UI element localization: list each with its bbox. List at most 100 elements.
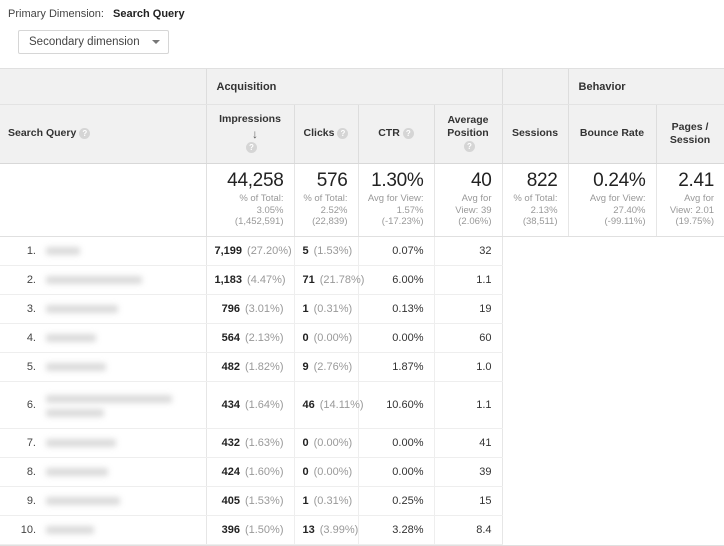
row-sessions-cell [502, 486, 569, 516]
row-search-query-cell[interactable]: 1. [0, 236, 207, 266]
group-header-row: Acquisition Behavior [0, 69, 724, 105]
totals-row: 44,258 % of Total: 3.05% (1,452,591) 576… [0, 163, 724, 237]
row-search-query-value[interactable] [46, 274, 142, 286]
table-row[interactable]: 7. 432 (1.63%) 0 (0.00%) 0.00% 41 [0, 428, 724, 458]
totals-average-position-sub: Avg for View: 39 (2.06%) [455, 193, 492, 227]
row-impressions-pct: (1.53%) [244, 494, 284, 507]
row-pages-session-cell [656, 486, 724, 516]
column-header-clicks[interactable]: Clicks? [294, 104, 359, 164]
row-impressions-cell: 564 (2.13%) [206, 323, 295, 353]
column-header-ctr[interactable]: CTR? [358, 104, 435, 164]
row-impressions-value: 424 [221, 465, 240, 478]
row-ctr-cell: 0.00% [358, 428, 435, 458]
row-search-query-cell[interactable]: 6. [0, 381, 207, 429]
table-row[interactable]: 5. 482 (1.82%) 9 (2.76%) 1.87% 1.0 [0, 352, 724, 382]
redacted-text [46, 408, 104, 417]
row-ctr-cell: 0.07% [358, 236, 435, 266]
column-header-search-query[interactable]: Search Query? [0, 104, 207, 164]
row-ctr-cell: 3.28% [358, 515, 435, 545]
table-row[interactable]: 1. 7,199 (27.20%) 5 (1.53%) 0.07% 32 [0, 236, 724, 266]
redacted-text [46, 362, 106, 371]
row-bounce-rate-cell [568, 381, 657, 429]
redacted-text [46, 467, 108, 476]
row-average-position-value: 8.4 [476, 523, 492, 536]
totals-average-position: 40 Avg for View: 39 (2.06%) [434, 163, 503, 237]
row-clicks-cell: 0 (0.00%) [294, 457, 359, 487]
row-search-query-cell[interactable]: 5. [0, 352, 207, 382]
row-search-query-value[interactable] [46, 393, 172, 417]
row-search-query-cell[interactable]: 8. [0, 457, 207, 487]
row-impressions-cell: 396 (1.50%) [206, 515, 295, 545]
row-index: 3. [26, 302, 36, 315]
totals-pages-session-sub: Avg for View: 2.01 (19.75%) [669, 193, 715, 227]
row-ctr-cell: 0.00% [358, 457, 435, 487]
question-mark-icon[interactable]: ? [246, 142, 257, 154]
row-ctr-cell: 0.25% [358, 486, 435, 516]
row-search-query-cell[interactable]: 9. [0, 486, 207, 516]
column-header-pages-session[interactable]: Pages / Session [656, 104, 724, 164]
group-acquisition-label: Acquisition [216, 80, 277, 93]
row-search-query-cell[interactable]: 2. [0, 265, 207, 295]
row-clicks-value: 46 [302, 398, 315, 411]
totals-bounce-rate: 0.24% Avg for View: 27.40% (-99.11%) [568, 163, 657, 237]
row-impressions-value: 482 [221, 360, 240, 373]
row-bounce-rate-cell [568, 294, 657, 324]
row-search-query-value[interactable] [46, 466, 108, 478]
row-search-query-cell[interactable]: 4. [0, 323, 207, 353]
row-search-query-cell[interactable]: 7. [0, 428, 207, 458]
arrow-down-icon[interactable]: ↓ [252, 127, 258, 142]
search-query-table: Acquisition Behavior Search Query? Impre… [0, 69, 724, 545]
row-search-query-value[interactable] [46, 495, 120, 507]
row-clicks-pct: (0.31%) [313, 302, 353, 315]
row-search-query-cell[interactable]: 10. [0, 515, 207, 545]
table-row[interactable]: 3. 796 (3.01%) 1 (0.31%) 0.13% 19 [0, 294, 724, 324]
question-mark-icon[interactable]: ? [79, 128, 91, 140]
totals-pages-session-value: 2.41 [678, 170, 715, 191]
table-row[interactable]: 8. 424 (1.60%) 0 (0.00%) 0.00% 39 [0, 457, 724, 487]
row-average-position-value: 15 [479, 494, 492, 507]
table-row[interactable]: 9. 405 (1.53%) 1 (0.31%) 0.25% 15 [0, 486, 724, 516]
column-header-bounce-rate[interactable]: Bounce Rate [568, 104, 657, 164]
row-average-position-cell: 39 [434, 457, 503, 487]
row-index: 1. [26, 244, 36, 257]
row-search-query-cell[interactable]: 3. [0, 294, 207, 324]
row-pages-session-cell [656, 265, 724, 295]
row-search-query-value[interactable] [46, 303, 118, 315]
row-bounce-rate-cell [568, 515, 657, 545]
row-clicks-cell: 0 (0.00%) [294, 428, 359, 458]
row-bounce-rate-cell [568, 236, 657, 266]
totals-pages-session: 2.41 Avg for View: 2.01 (19.75%) [656, 163, 724, 237]
column-header-sessions[interactable]: Sessions [502, 104, 569, 164]
question-mark-icon[interactable]: ? [402, 128, 414, 140]
row-index: 9. [26, 494, 36, 507]
question-mark-icon[interactable]: ? [337, 128, 349, 140]
row-clicks-cell: 1 (0.31%) [294, 486, 359, 516]
table-row[interactable]: 2. 1,183 (4.47%) 71 (21.78%) 6.00% 1.1 [0, 265, 724, 295]
table-row[interactable]: 10. 396 (1.50%) 13 (3.99%) 3.28% 8.4 [0, 515, 724, 545]
row-clicks-cell: 5 (1.53%) [294, 236, 359, 266]
table-row[interactable]: 6. 434 (1.64%) 46 (14.11%) 10.60% 1.1 [0, 381, 724, 429]
row-sessions-cell [502, 381, 569, 429]
secondary-dimension-button[interactable]: Secondary dimension [18, 30, 169, 54]
row-index: 4. [26, 331, 36, 344]
primary-dimension-value[interactable]: Search Query [113, 8, 185, 20]
column-header-impressions[interactable]: Impressions↓ ? [206, 104, 295, 164]
row-search-query-value[interactable] [46, 332, 96, 344]
row-clicks-value: 0 [302, 436, 309, 449]
column-header-average-position-label: Average Position [447, 114, 489, 140]
group-behavior-label: Behavior [578, 80, 626, 93]
row-clicks-pct: (0.00%) [313, 331, 353, 344]
column-header-clicks-label: Clicks [303, 127, 335, 140]
row-clicks-value: 71 [302, 273, 315, 286]
row-sessions-cell [502, 294, 569, 324]
column-header-bounce-rate-label: Bounce Rate [579, 127, 645, 140]
row-impressions-pct: (1.64%) [244, 398, 284, 411]
row-search-query-value[interactable] [46, 361, 106, 373]
table-row[interactable]: 4. 564 (2.13%) 0 (0.00%) 0.00% 60 [0, 323, 724, 353]
question-mark-icon[interactable]: ? [464, 141, 475, 153]
column-header-average-position[interactable]: Average Position ? [434, 104, 503, 164]
row-bounce-rate-cell [568, 265, 657, 295]
row-search-query-value[interactable] [46, 524, 94, 536]
row-search-query-value[interactable] [46, 245, 80, 257]
row-search-query-value[interactable] [46, 437, 116, 449]
